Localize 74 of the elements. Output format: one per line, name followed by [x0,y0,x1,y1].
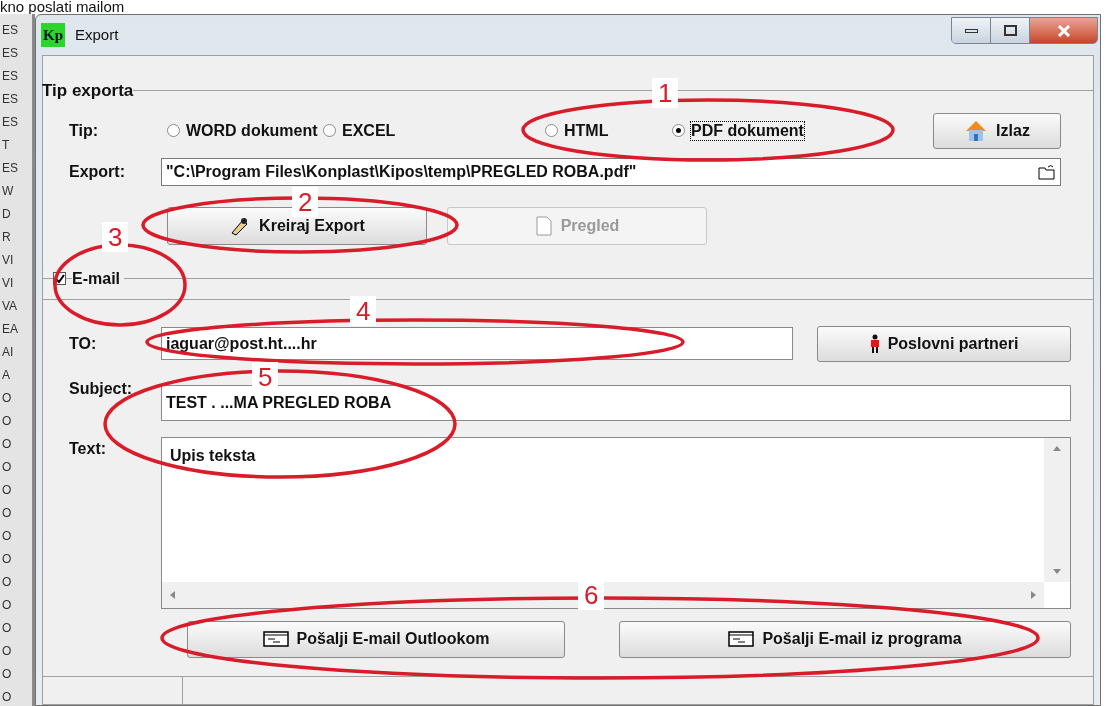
radio-button[interactable] [323,124,336,137]
background-text: O [1,459,13,476]
subject-label: Subject: [69,378,134,399]
background-text: O [1,413,13,430]
send-email-button[interactable]: Pošalji E-mail iz programa [619,620,1071,658]
radio-label[interactable]: HTML [564,121,609,140]
business-partners-button[interactable]: Poslovni partneri [817,325,1071,362]
path-field[interactable]: "C:\Program Files\Konplast\Kipos\temp\PREGLED ROBA.pdf" [161,157,1061,186]
background-text: W [1,183,15,200]
app-icon: Kp [41,23,65,47]
background-text: A [1,367,11,384]
background-text: O [1,666,13,683]
window-title: Export [75,24,119,45]
close-icon [1056,24,1071,37]
envelope-icon [728,631,755,647]
scroll-down-icon[interactable] [1053,568,1061,574]
caption-text: kno poslati mailom [0,0,125,14]
house-icon [964,118,989,143]
background-text: ES [1,68,19,85]
close-button[interactable] [1030,18,1097,43]
background-text: ES [1,45,19,62]
folder-icon[interactable] [1038,163,1056,180]
background-text: O [1,390,13,407]
background-text: EA [1,321,19,338]
radio-label[interactable]: WORD dokument [186,121,318,140]
background-text: O [1,482,13,499]
envelope-icon [262,631,289,647]
background-text: ES [1,114,19,131]
annotation-number: 6 [578,580,605,610]
background-text: O [1,574,13,591]
radio-button[interactable] [167,124,180,137]
document-icon [534,215,553,236]
background-text: O [1,643,13,660]
background-text: ES [1,91,19,108]
background-text: ES [1,22,19,39]
background-text: AI [1,344,15,361]
background-text: O [1,436,13,453]
to-label: TO: [69,333,98,354]
maximize-button[interactable] [991,18,1030,43]
minimize-button[interactable] [952,18,991,43]
radio-button[interactable] [672,124,685,137]
background-text: O [1,505,13,522]
person-icon [869,333,880,354]
background-text: O [1,689,13,706]
radio-button[interactable] [545,124,558,137]
annotation-number: 3 [102,222,129,252]
text-label: Text: [69,438,108,459]
background-text: O [1,597,13,614]
horizontal-scrollbar[interactable] [162,581,1044,608]
background-text: T [1,137,11,154]
background-text: O [1,620,13,637]
scroll-left-icon[interactable] [170,590,175,599]
annotation-number: 2 [292,187,319,217]
type-label: Tip: [69,120,100,141]
radio-label[interactable]: PDF dokument [691,121,804,140]
background-text: O [1,528,13,545]
background-text: O [1,551,13,568]
group-title: Tip exporta [42,80,134,102]
to-field[interactable]: jaguar@post.ht....hr [161,327,793,360]
export-label: Export: [69,161,126,182]
background-text: D [1,206,12,223]
send-email-button[interactable]: Pošalji E-mail Outlookom [187,620,565,658]
annotation-number: 1 [652,78,679,108]
background-text: VA [1,298,19,315]
background-text: R [1,229,12,246]
background-text: VI [1,252,15,269]
background-text: VI [1,275,15,292]
scroll-up-icon[interactable] [1053,445,1061,451]
vertical-scrollbar[interactable] [1044,437,1070,582]
radio-label[interactable]: EXCEL [342,121,396,140]
annotation-number: 4 [350,296,377,326]
exit-button[interactable]: Izlaz [933,112,1061,149]
background-text: ES [1,160,19,177]
scroll-right-icon[interactable] [1031,590,1036,599]
